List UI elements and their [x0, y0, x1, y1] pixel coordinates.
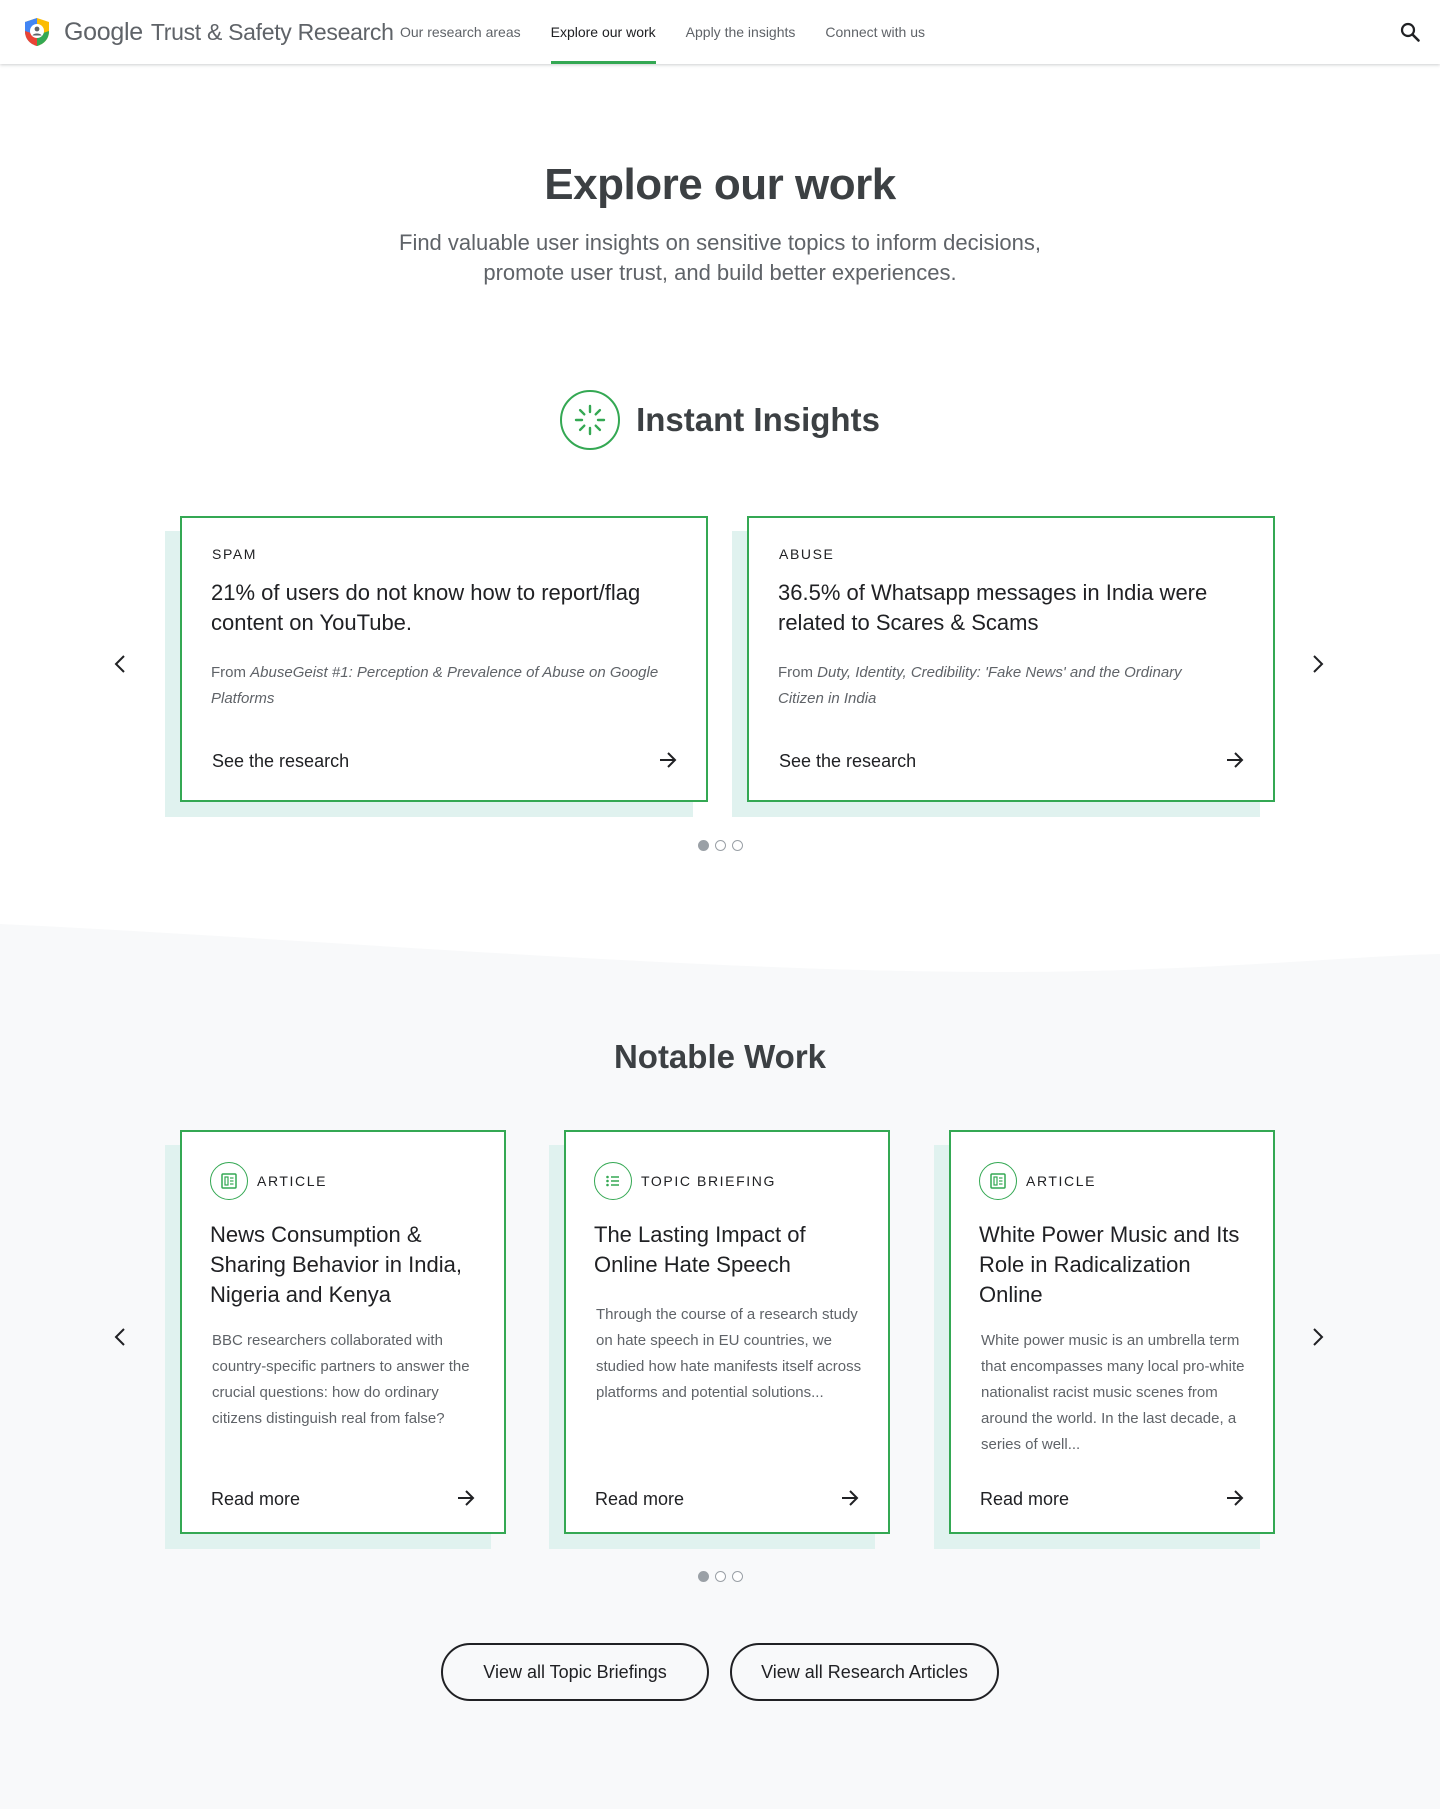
insight-tag: ABUSE	[779, 546, 835, 562]
insight-stat: 21% of users do not know how to report/f…	[211, 580, 641, 635]
pagination-dot[interactable]	[731, 1571, 743, 1582]
brand-wordmark[interactable]: Google Trust & Safety Research	[64, 18, 394, 48]
work-title: News Consumption & Sharing Behavior in I…	[210, 1222, 462, 1307]
view-all-research-articles-button[interactable]: View all Research Articles	[730, 1643, 999, 1701]
insights-pagination	[0, 840, 1440, 851]
instant-insights-title: Instant Insights	[636, 401, 880, 438]
arrow-right-icon[interactable]	[1225, 1488, 1245, 1508]
work-type-label: ARTICLE	[1026, 1173, 1097, 1189]
work-type-label: TOPIC BRIEFING	[641, 1173, 776, 1189]
pagination-dot[interactable]	[697, 840, 709, 851]
arrow-right-icon[interactable]	[1225, 750, 1245, 770]
read-more-link[interactable]: Read more	[980, 1489, 1069, 1510]
notable-pagination	[0, 1571, 1440, 1582]
work-description: BBC researchers collaborated with countr…	[212, 1332, 470, 1427]
page-subtitle: Find valuable user insights on sensitive…	[399, 230, 1041, 285]
work-card[interactable]: ARTICLE News Consumption & Sharing Behav…	[180, 1130, 506, 1534]
insight-card[interactable]: SPAM 21% of users do not know how to rep…	[180, 516, 708, 802]
work-type-label: ARTICLE	[257, 1173, 328, 1189]
notable-work-title: Notable Work	[613, 1038, 827, 1075]
work-description: Through the course of a research study o…	[596, 1306, 862, 1401]
loading-spinner-icon	[560, 390, 621, 450]
work-title: The Lasting Impact of Online Hate Speech	[594, 1222, 806, 1277]
work-type: ARTICLE	[210, 1162, 327, 1200]
instant-insights-heading: Instant Insights	[0, 390, 1440, 450]
notable-next-chevron-icon[interactable]	[1305, 1325, 1329, 1349]
source-prefix: From	[211, 664, 246, 681]
pagination-dot[interactable]	[714, 840, 726, 851]
brand-product-name: Trust & Safety Research	[150, 19, 394, 45]
nav-apply-the-insights[interactable]: Apply the insights	[686, 0, 796, 64]
work-description: White power music is an umbrella term th…	[981, 1332, 1245, 1453]
shield-logo-icon[interactable]	[23, 17, 51, 47]
insights-prev-chevron-icon[interactable]	[109, 652, 133, 676]
pagination-dot[interactable]	[697, 1571, 709, 1582]
insight-source: From AbuseGeist #1: Perception & Prevale…	[211, 660, 661, 712]
insight-card[interactable]: ABUSE 36.5% of Whatsapp messages in Indi…	[747, 516, 1275, 802]
work-type: ARTICLE	[979, 1162, 1096, 1200]
insight-tag: SPAM	[212, 546, 258, 562]
arrow-right-icon[interactable]	[658, 750, 678, 770]
pagination-dot[interactable]	[714, 1571, 726, 1582]
see-research-link[interactable]: See the research	[212, 751, 349, 772]
page-title: Explore our work	[544, 160, 896, 209]
article-icon	[210, 1162, 248, 1200]
main-nav: Our research areas Explore our work Appl…	[400, 0, 955, 64]
site-header: Google Trust & Safety Research Our resea…	[0, 0, 1440, 64]
work-card[interactable]: TOPIC BRIEFING The Lasting Impact of Onl…	[564, 1130, 890, 1534]
list-icon	[594, 1162, 632, 1200]
arrow-right-icon[interactable]	[840, 1488, 860, 1508]
source-prefix: From	[778, 664, 813, 681]
work-card[interactable]: ARTICLE White Power Music and Its Role i…	[949, 1130, 1275, 1534]
insight-source: From Duty, Identity, Credibility: 'Fake …	[778, 660, 1228, 712]
source-title: AbuseGeist #1: Perception & Prevalence o…	[211, 664, 659, 707]
article-icon	[979, 1162, 1017, 1200]
pagination-dot[interactable]	[731, 840, 743, 851]
source-title: Duty, Identity, Credibility: 'Fake News'…	[778, 664, 1182, 707]
nav-explore-our-work[interactable]: Explore our work	[550, 0, 656, 64]
search-icon[interactable]	[1398, 20, 1422, 44]
nav-connect-with-us[interactable]: Connect with us	[825, 0, 925, 64]
work-type: TOPIC BRIEFING	[594, 1162, 776, 1200]
read-more-link[interactable]: Read more	[595, 1489, 684, 1510]
notable-prev-chevron-icon[interactable]	[109, 1325, 133, 1349]
read-more-link[interactable]: Read more	[211, 1489, 300, 1510]
see-research-link[interactable]: See the research	[779, 751, 916, 772]
insights-next-chevron-icon[interactable]	[1305, 652, 1329, 676]
view-all-topic-briefings-button[interactable]: View all Topic Briefings	[441, 1643, 709, 1701]
insight-stat: 36.5% of Whatsapp messages in India were…	[778, 580, 1208, 635]
brand-google: Google	[64, 18, 143, 46]
work-title: White Power Music and Its Role in Radica…	[979, 1222, 1240, 1307]
arrow-right-icon[interactable]	[456, 1488, 476, 1508]
nav-our-research-areas[interactable]: Our research areas	[400, 0, 521, 64]
